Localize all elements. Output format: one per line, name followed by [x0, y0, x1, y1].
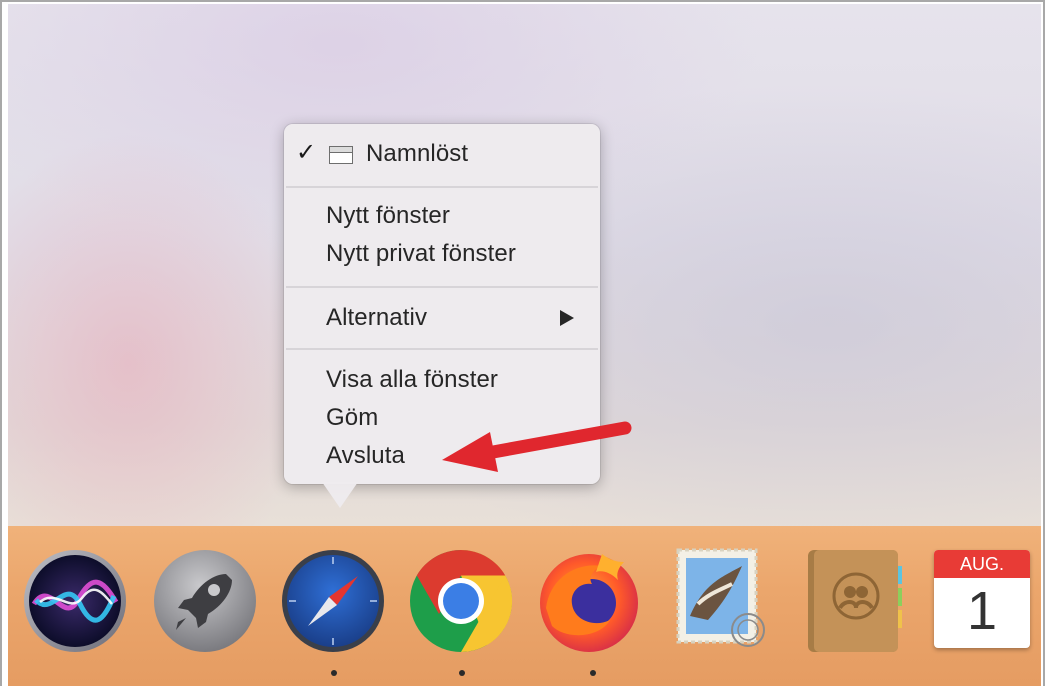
- menu-pointer: [322, 482, 358, 508]
- firefox-icon[interactable]: [536, 548, 642, 654]
- running-indicator-safari: [331, 670, 337, 676]
- menu-item-new-private-window[interactable]: Nytt privat fönster: [326, 240, 516, 268]
- launchpad-icon[interactable]: [152, 548, 258, 654]
- bottom-border: [0, 686, 1045, 695]
- chrome-icon[interactable]: [408, 548, 514, 654]
- annotation-arrow-icon: [442, 421, 632, 472]
- menu-separator: [286, 186, 598, 188]
- menu-item-quit[interactable]: Avsluta: [326, 442, 405, 470]
- mail-icon[interactable]: [668, 544, 774, 650]
- calendar-month: AUG.: [959, 554, 1004, 574]
- menu-item-new-window[interactable]: Nytt fönster: [326, 202, 450, 230]
- menu-separator: [286, 286, 598, 288]
- submenu-arrow-icon: [560, 310, 574, 326]
- safari-icon[interactable]: [280, 548, 386, 654]
- siri-icon[interactable]: [22, 548, 128, 654]
- running-indicator-firefox: [590, 670, 596, 676]
- calendar-day: 1: [966, 581, 998, 641]
- menu-item-options[interactable]: Alternativ: [326, 304, 427, 332]
- window-icon: [329, 146, 353, 164]
- checkmark-icon: ✓: [296, 139, 317, 166]
- calendar-icon[interactable]: AUG. 1: [930, 546, 1036, 652]
- menu-item-show-all-windows[interactable]: Visa alla fönster: [326, 366, 498, 394]
- contacts-icon[interactable]: [800, 548, 906, 654]
- menu-item-window-untitled[interactable]: Namnlöst: [366, 140, 468, 168]
- menu-separator: [286, 348, 598, 350]
- menu-item-hide[interactable]: Göm: [326, 404, 378, 432]
- running-indicator-chrome: [459, 670, 465, 676]
